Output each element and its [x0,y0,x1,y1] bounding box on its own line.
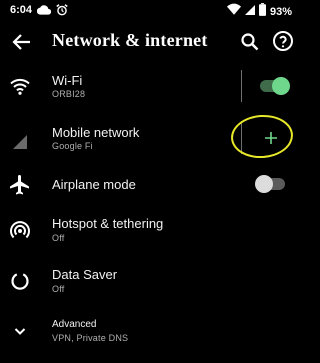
settings-row-hotspot[interactable]: Hotspot & tethering Off [0,212,300,248]
battery-icon [258,3,266,21]
status-time: 6:04 [10,4,33,16]
data-saver-title: Data Saver [52,267,118,282]
cellular-signal-icon [244,3,256,21]
settings-row-wifi[interactable]: Wi-Fi ORBI28 [0,66,300,106]
settings-row-airplane-mode[interactable]: Airplane mode [0,170,300,200]
wifi-icon [8,74,32,98]
data-saver-subtitle: Off [52,284,65,294]
help-icon[interactable] [271,29,295,53]
alarm-icon [55,3,69,22]
hotspot-title: Hotspot & tethering [52,216,164,231]
wifi-title: Wi-Fi [52,73,83,88]
data-saver-icon [8,269,32,293]
search-icon[interactable] [238,30,262,54]
advanced-title: Advanced [52,319,97,330]
cellular-signal-icon [8,128,32,152]
chevron-down-icon [8,319,32,343]
divider [241,70,242,102]
battery-percent: 93% [269,6,292,18]
back-arrow-icon[interactable] [10,30,34,54]
status-bar: 6:04 93% [0,0,300,22]
app-bar: Network & internet [0,22,300,62]
cloud-notification-icon [36,3,52,22]
wifi-subtitle: ORBI28 [52,89,86,99]
mobile-network-subtitle: Google Fi [52,141,93,151]
airplane-mode-title: Airplane mode [52,177,136,192]
airplane-mode-toggle[interactable] [255,175,287,193]
hotspot-subtitle: Off [52,233,65,243]
hotspot-icon [8,218,32,242]
page-title: Network & internet [52,30,208,50]
settings-row-advanced[interactable]: Advanced VPN, Private DNS [0,315,300,347]
wifi-toggle[interactable] [258,77,290,95]
advanced-subtitle: VPN, Private DNS [52,333,129,343]
wifi-signal-icon [226,3,241,21]
airplane-icon [8,173,32,197]
settings-row-data-saver[interactable]: Data Saver Off [0,263,300,299]
mobile-network-title: Mobile network [52,125,140,140]
